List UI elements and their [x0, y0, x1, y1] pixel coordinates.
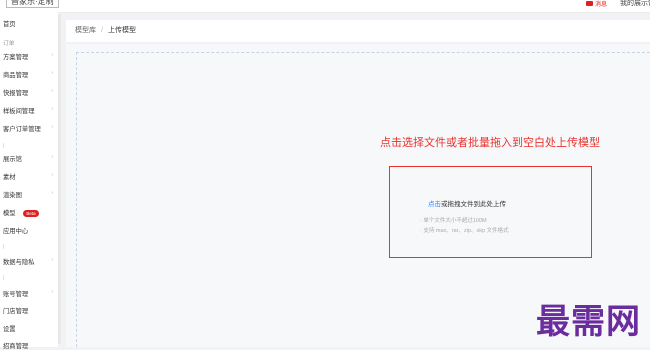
message-link[interactable]: 消息 [586, 0, 607, 8]
sidebar-item-home[interactable]: 首页 [3, 19, 55, 28]
upload-dropzone[interactable]: 点击或拖拽文件到此处上传 · 单个文件大小不超过100M · 支持 max、ra… [389, 166, 592, 258]
upload-prompt: 点击或拖拽文件到此处上传 [428, 198, 506, 208]
sidebar-divider: | [3, 275, 5, 281]
chevron-right-icon: › [51, 154, 53, 160]
sidebar-scrollbar[interactable] [58, 14, 61, 344]
sidebar-item-materials[interactable]: 素材 › [3, 172, 55, 181]
chevron-right-icon: › [51, 190, 53, 196]
chevron-right-icon: › [51, 70, 53, 76]
click-upload-link[interactable]: 点击 [428, 201, 441, 208]
upload-instruction: 点击选择文件或者批量拖入到空白处上传模型 [380, 137, 600, 149]
beta-badge: Beta [23, 209, 39, 217]
sidebar-item-showroom[interactable]: 展示馆 › [3, 154, 55, 163]
sidebar-item-app-center[interactable]: 应用中心 [3, 226, 55, 235]
mail-icon [586, 1, 593, 6]
chevron-right-icon: › [51, 88, 53, 94]
chevron-right-icon: › [51, 52, 53, 58]
upload-prompt-text: 或拖拽文件到此处上传 [441, 201, 506, 208]
chevron-right-icon: › [51, 124, 53, 130]
breadcrumb-model-library[interactable]: 模型库 [75, 27, 96, 34]
brand-logo[interactable]: 晋家乐·定制 [6, 0, 59, 8]
sidebar-item-models[interactable]: 模型 Beta [3, 208, 55, 217]
sidebar-group-orders: 订单 [3, 41, 15, 47]
breadcrumb: 模型库 / 上传模型 [66, 20, 650, 42]
top-header: 晋家乐·定制 消息 我的展示馆 [0, 0, 650, 13]
my-showroom-link[interactable]: 我的展示馆 [620, 0, 650, 8]
sidebar: 首页 订单 方案管理 › 商品管理 › 快报管理 › 样板间管理 › 客户订单管… [0, 12, 58, 350]
sidebar-item-quick-report[interactable]: 快报管理 › [3, 88, 55, 97]
sidebar-item-sample-rooms[interactable]: 样板间管理 › [3, 106, 55, 115]
chevron-right-icon: › [51, 257, 53, 263]
sidebar-item-accounts[interactable]: 账号管理 › [3, 289, 55, 298]
message-label: 消息 [595, 2, 608, 8]
chevron-right-icon: › [51, 106, 53, 112]
breadcrumb-current: 上传模型 [107, 27, 136, 34]
sidebar-item-stores[interactable]: 门店管理 [3, 306, 55, 315]
breadcrumb-separator: / [101, 27, 103, 34]
upload-format-tip: · 支持 max、rar、zip、skp 文件格式 [420, 228, 509, 234]
sidebar-item-plans[interactable]: 方案管理 › [3, 52, 55, 61]
sidebar-item-customer-orders[interactable]: 客户订单管理 › [3, 124, 55, 133]
watermark-logo: 最需网 [536, 302, 641, 342]
sidebar-item-merchants[interactable]: 招商管理 [3, 341, 55, 350]
sidebar-item-settings[interactable]: 设置 [3, 324, 55, 333]
sidebar-item-products[interactable]: 商品管理 › [3, 70, 55, 79]
chevron-right-icon: › [51, 289, 53, 295]
sidebar-item-data-privacy[interactable]: 数据与隐私 › [3, 257, 55, 266]
sidebar-divider: | [3, 143, 5, 149]
sidebar-divider: | [3, 244, 5, 250]
sidebar-item-renders[interactable]: 渲染图 › [3, 190, 55, 199]
upload-size-tip: · 单个文件大小不超过100M [420, 218, 487, 224]
chevron-right-icon: › [51, 172, 53, 178]
